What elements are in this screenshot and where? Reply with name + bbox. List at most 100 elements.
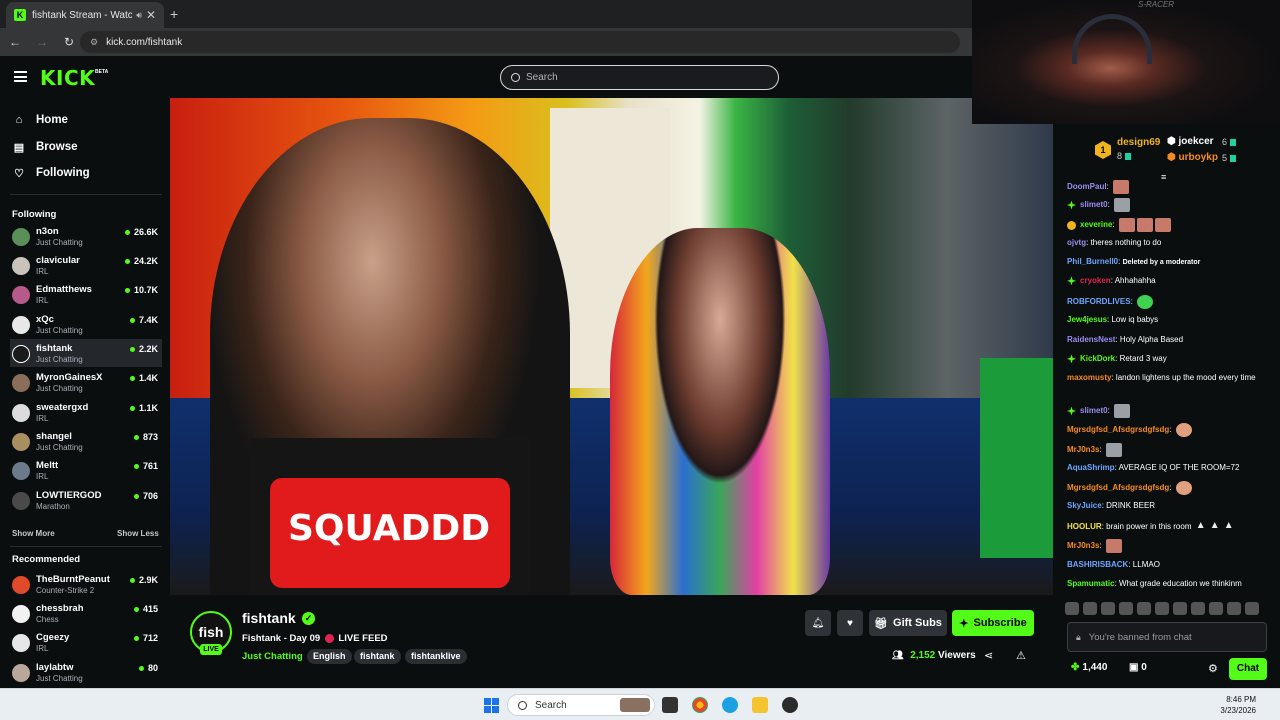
chat-username[interactable]: BASHIRISBACK [1067, 560, 1128, 569]
chat-username[interactable]: Phil_Burnell0 [1067, 257, 1118, 266]
emote-icon[interactable] [1101, 602, 1115, 615]
report-icon[interactable]: ⚠ [1016, 649, 1026, 662]
nav-following[interactable]: ♡ Following [12, 164, 90, 182]
emote-icon[interactable] [1083, 602, 1097, 615]
chat-message: cryoken: Ahhahahha [1067, 275, 1272, 287]
chat-username[interactable]: Mgrsdgfsd_Afsdgrsdgfsdg [1067, 425, 1169, 434]
chat-username[interactable]: xeverine [1080, 220, 1112, 229]
chat-username[interactable]: ROBFORDLIVES [1067, 297, 1131, 306]
channel-item[interactable]: shangel Just Chatting 873 [10, 427, 162, 455]
channel-name[interactable]: fishtank [242, 610, 296, 626]
emote-icon[interactable] [1155, 602, 1169, 615]
nav-home[interactable]: ⌂ Home [12, 111, 68, 129]
heart-icon: ♥ [847, 617, 853, 629]
url-text: kick.com/fishtank [106, 36, 183, 48]
channel-viewers: 1.1K [130, 403, 158, 413]
gift-count[interactable]: ▣ 0 [1129, 662, 1147, 673]
tag-chip[interactable]: fishtanklive [405, 649, 467, 664]
speaker-icon[interactable]: 🔊︎ [136, 10, 142, 21]
chat-username[interactable]: SkyJuice [1067, 501, 1102, 510]
gift-subs-button[interactable]: 🎁︎ Gift Subs [869, 610, 947, 636]
search-input[interactable]: Search [500, 65, 779, 90]
subscribe-button[interactable]: ✦ Subscribe [952, 610, 1034, 636]
channel-item[interactable]: clavicular IRL 24.2K [10, 251, 162, 279]
taskbar-search[interactable]: Search [507, 694, 655, 716]
emote-icon[interactable] [1209, 602, 1223, 615]
chat-username[interactable]: Mgrsdgfsd_Afsdgrsdgfsdg [1067, 483, 1169, 492]
file-explorer-icon[interactable] [752, 697, 768, 713]
show-less-button[interactable]: Show Less [117, 529, 159, 538]
tag-chip[interactable]: fishtank [354, 649, 401, 664]
taskbar-search-label: Search [535, 699, 567, 711]
bell-icon: 🔔︎ [811, 617, 825, 629]
back-icon[interactable]: ← [3, 35, 27, 49]
close-tab-icon[interactable]: ✕ [146, 8, 156, 22]
channel-item[interactable]: laylabtw Just Chatting 80 [10, 658, 162, 686]
chat-username[interactable]: DoomPaul [1067, 182, 1107, 191]
app-icon[interactable] [782, 697, 798, 713]
site-info-icon[interactable]: ⚙ [90, 37, 98, 48]
leader-second-name[interactable]: ⬢ joekcer [1167, 136, 1214, 147]
channel-item[interactable]: MyronGainesX Just Chatting 1.4K [10, 368, 162, 396]
avatar [12, 664, 30, 682]
chat-username[interactable]: MrJ0n3s [1067, 541, 1099, 550]
browser-tab[interactable]: K fishtank Stream - Watch Li 🔊︎ ✕ [6, 2, 164, 28]
task-view-icon[interactable] [662, 697, 678, 713]
emote-icon[interactable] [1227, 602, 1241, 615]
chat-username[interactable]: AquaShrimp [1067, 463, 1115, 472]
emote-icon[interactable] [1119, 602, 1133, 615]
channel-points[interactable]: ✤ 1,440 [1071, 662, 1107, 673]
channel-item-active[interactable]: fishtank Just Chatting 2.2K [10, 339, 162, 367]
chat-username[interactable]: maxomusty [1067, 373, 1111, 382]
leader-third-name[interactable]: ⬢ urboykp [1167, 152, 1218, 163]
chat-username[interactable]: Spamumatic [1067, 579, 1115, 588]
chat-send-button[interactable]: Chat [1229, 658, 1267, 680]
emote-icon [1118, 218, 1135, 232]
channel-item[interactable]: Meltt IRL 761 [10, 456, 162, 484]
channel-item[interactable]: chessbrah Chess 415 [10, 599, 162, 627]
reload-icon[interactable]: ↻ [57, 35, 81, 49]
forward-icon[interactable]: → [30, 35, 54, 49]
edge-icon[interactable] [722, 697, 738, 713]
share-icon[interactable]: ⋖ [984, 649, 993, 662]
emote-icon[interactable] [1173, 602, 1187, 615]
emote-icon[interactable] [1137, 602, 1151, 615]
windows-start-icon[interactable] [484, 698, 499, 713]
notification-bell-button[interactable]: 🔔︎ [805, 610, 831, 636]
follow-heart-button[interactable]: ♥ [837, 610, 863, 636]
address-bar[interactable]: ⚙ kick.com/fishtank [80, 31, 960, 53]
chat-username[interactable]: RaidensNest [1067, 335, 1115, 344]
chat-username[interactable]: slimet0 [1080, 406, 1108, 415]
chrome-icon[interactable] [692, 697, 708, 713]
chat-username[interactable]: ojvtg [1067, 238, 1086, 247]
system-clock[interactable]: 8:46 PM 3/23/2026 [1220, 694, 1256, 716]
emote-icon[interactable] [1065, 602, 1079, 615]
menu-icon[interactable] [14, 71, 27, 82]
category-link[interactable]: Just Chatting [242, 651, 303, 662]
leader-third-count: 5 [1222, 153, 1237, 163]
channel-item[interactable]: xQc Just Chatting 7.4K [10, 310, 162, 338]
new-tab-icon[interactable]: + [170, 6, 178, 22]
video-player[interactable]: SQUADDD [170, 98, 1053, 595]
channel-item[interactable]: sweatergxd IRL 1.1K [10, 398, 162, 426]
chat-username[interactable]: MrJ0n3s [1067, 445, 1099, 454]
channel-item[interactable]: Cgeezy IRL 712 [10, 628, 162, 656]
chat-username[interactable]: HOOLUR [1067, 522, 1102, 531]
channel-item[interactable]: n3on Just Chatting 26.6K [10, 222, 162, 250]
channel-item[interactable]: TheBurntPeanut Counter-Strike 2 2.9K [10, 570, 162, 598]
chat-username[interactable]: Jew4jesus [1067, 315, 1107, 324]
kick-logo[interactable]: KICK [40, 66, 95, 90]
channel-item[interactable]: Edmatthews IRL 10.7K [10, 280, 162, 308]
show-more-button[interactable]: Show More [12, 529, 55, 538]
chat-username[interactable]: slimet0 [1080, 200, 1108, 209]
gear-icon[interactable]: ⚙ [1208, 662, 1218, 675]
channel-item[interactable]: LOWTIERGOD Marathon 706 [10, 486, 162, 514]
chat-username[interactable]: KickDork [1080, 354, 1115, 363]
chat-username[interactable]: cryoken [1080, 276, 1111, 285]
leader-first-name[interactable]: design69 [1117, 137, 1160, 148]
emote-icon[interactable] [1245, 602, 1259, 615]
nav-browse[interactable]: ▤ Browse [12, 138, 78, 156]
emote-icon[interactable] [1191, 602, 1205, 615]
tag-chip[interactable]: English [307, 649, 352, 664]
avatar [12, 374, 30, 392]
